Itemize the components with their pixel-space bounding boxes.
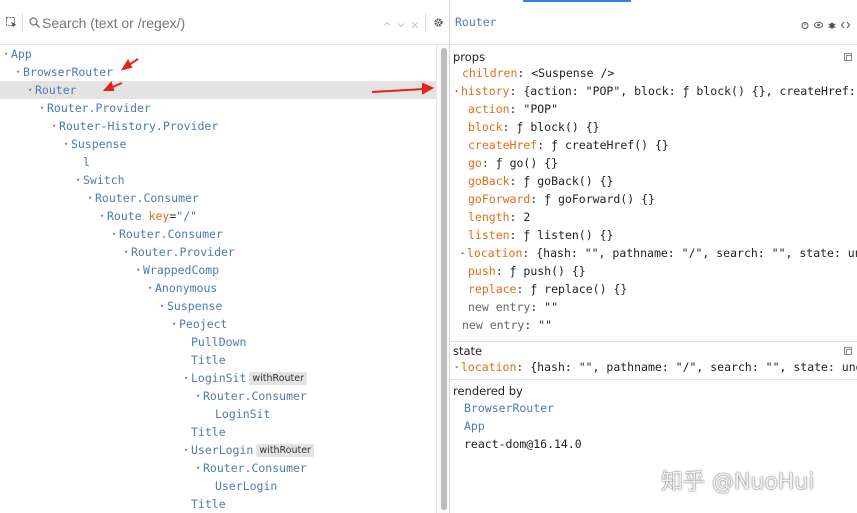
red-annotation-arrow <box>371 82 435 95</box>
red-annotation-arrow <box>120 58 139 71</box>
annotation-arrows <box>102 58 435 95</box>
red-annotation-arrow <box>102 80 123 91</box>
